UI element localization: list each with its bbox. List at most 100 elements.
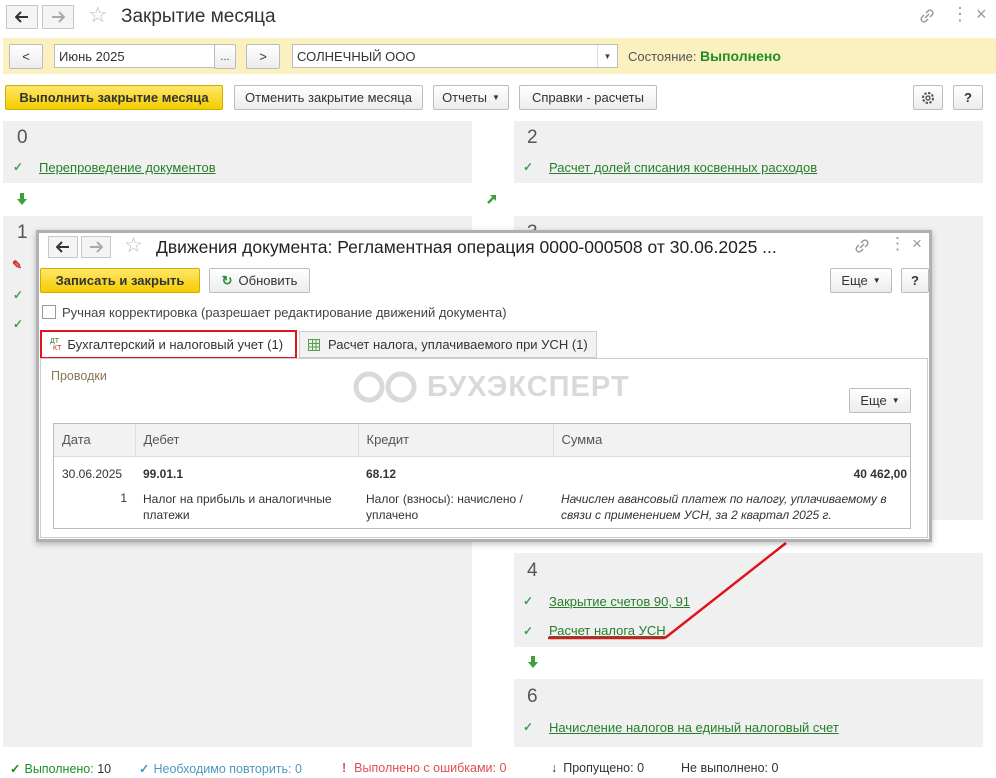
- section-title: Проводки: [51, 369, 107, 383]
- save-and-close-button[interactable]: Записать и закрыть: [40, 268, 200, 293]
- tab-usn-label: Расчет налога, уплачиваемого при УСН (1): [328, 337, 588, 352]
- arrow-left-icon: [15, 11, 28, 23]
- dropdown-arrow-icon[interactable]: ▼: [597, 45, 617, 67]
- modal-forward-button[interactable]: [81, 236, 111, 258]
- forward-button[interactable]: [42, 5, 74, 29]
- close-icon[interactable]: ×: [912, 234, 922, 254]
- flow-arrow-down-icon: [17, 193, 27, 205]
- modal-back-button[interactable]: [48, 236, 78, 258]
- link-indirect-costs[interactable]: Расчет долей списания косвенных расходов: [549, 160, 817, 175]
- cell-credit: 68.12: [366, 466, 397, 481]
- owl-logo-icon: [353, 371, 417, 403]
- done-check-icon: ✓: [523, 594, 534, 608]
- chevron-down-icon: ▼: [492, 93, 500, 102]
- reports-dropdown-button[interactable]: Отчеты ▼: [433, 85, 509, 110]
- legend-done-count: 10: [97, 762, 112, 776]
- done-check-icon: ✓: [523, 720, 534, 734]
- refresh-icon: ↻: [221, 272, 233, 288]
- more-menu-icon[interactable]: ⋮: [889, 234, 906, 254]
- more-label: Еще: [841, 273, 868, 288]
- legend-not-done: Не выполнено: 0: [681, 761, 778, 775]
- done-check-icon: ✓: [523, 624, 534, 638]
- status-label: Состояние:: [628, 49, 697, 64]
- cell-date: 30.06.2025: [62, 466, 123, 481]
- watermark-logo: БУХЭКСПЕРТ: [351, 370, 630, 404]
- more-dropdown-button[interactable]: Еще ▼: [830, 268, 892, 293]
- references-button[interactable]: Справки - расчеты: [519, 85, 657, 110]
- error-icon: !: [342, 761, 347, 775]
- flow-arrow-down-icon: [528, 656, 538, 668]
- col-debit[interactable]: Дебет: [135, 424, 359, 457]
- manual-edit-checkbox[interactable]: [42, 305, 56, 319]
- tab-usn-tax[interactable]: Расчет налога, уплачиваемого при УСН (1): [299, 331, 597, 358]
- tab-accounting[interactable]: ДТ КТ Бухгалтерский и налоговый учет (1): [40, 330, 297, 359]
- favorite-star-icon[interactable]: ☆: [88, 2, 108, 28]
- annotation-underline: [548, 542, 787, 640]
- done-check-icon: ✓: [10, 762, 21, 776]
- col-credit[interactable]: Кредит: [358, 424, 554, 457]
- chevron-down-icon: ▼: [891, 396, 900, 405]
- next-period-button[interactable]: >: [246, 44, 280, 69]
- legend-skipped-count: 0: [637, 761, 645, 775]
- modal-title: Движения документа: Регламентная операци…: [156, 237, 777, 257]
- period-field[interactable]: Июнь 2025: [54, 44, 220, 68]
- cancel-close-month-button[interactable]: Отменить закрытие месяца: [234, 85, 423, 110]
- refresh-label: Обновить: [238, 273, 298, 288]
- legend-notdone-count: 0: [771, 761, 779, 775]
- kt-label: КТ: [53, 344, 62, 352]
- skip-arrow-icon: ↓: [551, 761, 558, 775]
- cell-debit-desc: Налог на прибыль и аналогичные платежи: [143, 492, 332, 522]
- back-button[interactable]: [6, 5, 38, 29]
- link-icon[interactable]: [854, 238, 870, 254]
- col-sum[interactable]: Сумма: [553, 424, 910, 457]
- table-row[interactable]: 30.06.2025 99.01.1 68.12 40 462,00: [54, 456, 910, 488]
- organization-field[interactable]: СОЛНЕЧНЫЙ ООО ▼: [292, 44, 618, 68]
- entries-table: Дата Дебет Кредит Сумма 30.06.2025 99.01…: [53, 423, 911, 529]
- manual-edit-label: Ручная корректировка (разрешает редактир…: [62, 305, 507, 320]
- legend-done-label: Выполнено:: [24, 762, 94, 776]
- status-value: Выполнено: [700, 48, 781, 64]
- run-close-month-button[interactable]: Выполнить закрытие месяца: [5, 85, 223, 110]
- table-row-detail[interactable]: 1 Налог на прибыль и аналогичные платежи…: [54, 488, 910, 523]
- grid-more-button[interactable]: Еще ▼: [849, 388, 911, 413]
- flow-arrow-diagonal-icon: [487, 195, 496, 204]
- more-menu-icon[interactable]: ⋮: [951, 4, 969, 25]
- modal-help-button[interactable]: ?: [901, 268, 929, 293]
- settings-button[interactable]: [913, 85, 943, 110]
- stage-1-number: 1: [17, 222, 28, 243]
- cell-sum: 40 462,00: [853, 466, 907, 481]
- period-select-button[interactable]: ...: [214, 44, 236, 69]
- done-check-icon: ✓: [13, 288, 24, 302]
- link-icon[interactable]: [919, 8, 935, 24]
- link-reprovedenie[interactable]: Перепроведение документов: [39, 160, 216, 175]
- refresh-button[interactable]: ↻ Обновить: [209, 268, 310, 293]
- stage-0-number: 0: [17, 127, 28, 148]
- chevron-down-icon: ▼: [872, 276, 881, 285]
- help-button[interactable]: ?: [953, 85, 983, 110]
- table-icon: [308, 338, 320, 351]
- legend-repeat-label: Необходимо повторить:: [153, 762, 292, 776]
- organization-value: СОЛНЕЧНЫЙ ООО: [297, 48, 416, 64]
- tab-content: Проводки БУХЭКСПЕРТ Еще ▼ Дата Дебет Кре…: [40, 358, 928, 538]
- period-value: Июнь 2025: [59, 48, 125, 64]
- arrow-right-icon: [52, 11, 65, 23]
- page-title: Закрытие месяца: [121, 6, 276, 27]
- arrow-right-icon: [90, 241, 103, 253]
- grid-more-label: Еще: [860, 393, 887, 408]
- prev-period-button[interactable]: <: [9, 44, 43, 69]
- tab-accounting-label: Бухгалтерский и налоговый учет (1): [67, 337, 284, 352]
- dt-label: ДТ: [50, 337, 60, 345]
- legend-done: ✓ Выполнено: 10: [10, 761, 111, 776]
- legend-errors-count: 0: [499, 761, 507, 775]
- close-icon[interactable]: ×: [976, 4, 987, 25]
- legend-repeat-count: 0: [295, 762, 302, 776]
- col-date[interactable]: Дата: [54, 424, 136, 457]
- legend-skipped: ↓ Пропущено: 0: [551, 761, 644, 775]
- cell-n: 1: [120, 491, 127, 505]
- stage-6-panel: [514, 679, 983, 747]
- legend-repeat: ✓ Необходимо повторить: 0: [139, 761, 302, 776]
- repeat-check-icon: ✓: [139, 762, 150, 776]
- done-check-icon: ✓: [13, 160, 24, 174]
- favorite-star-icon[interactable]: ☆: [124, 233, 143, 258]
- link-ens-taxes[interactable]: Начисление налогов на единый налоговый с…: [549, 720, 839, 735]
